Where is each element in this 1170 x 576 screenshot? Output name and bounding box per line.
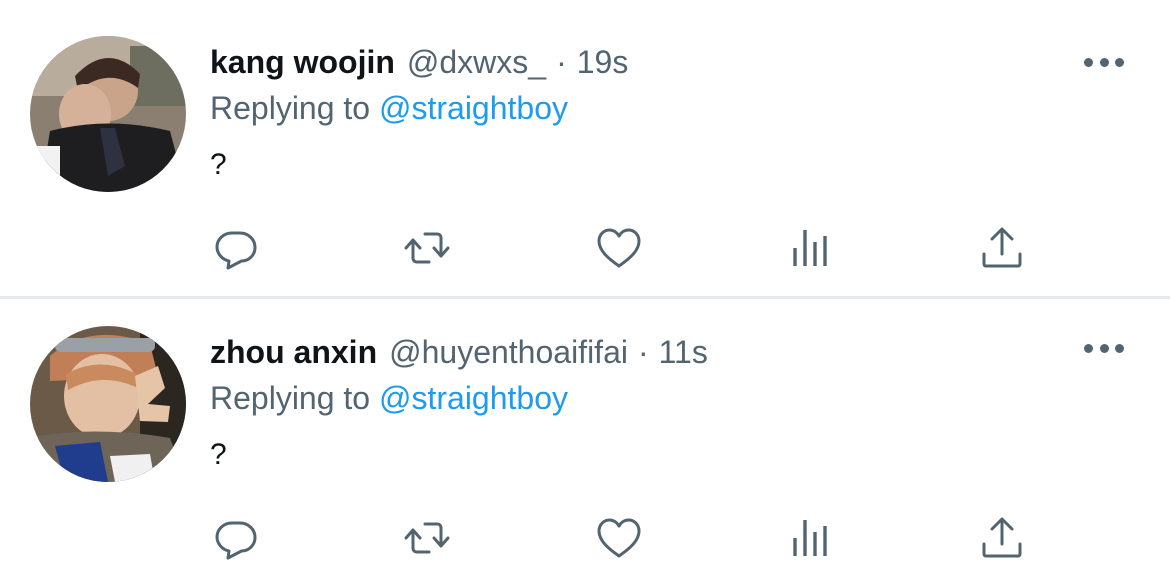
tweet-text: ? bbox=[210, 148, 227, 181]
display-name[interactable]: zhou anxin bbox=[210, 332, 377, 372]
tweet-header: kang woojin @dxwxs_ · 19s bbox=[210, 42, 628, 82]
replying-to: Replying to @straightboy bbox=[210, 378, 568, 418]
like-button[interactable] bbox=[589, 218, 649, 278]
reply-icon bbox=[215, 521, 257, 560]
avatar[interactable] bbox=[30, 36, 186, 192]
retweet-button[interactable] bbox=[397, 508, 457, 568]
timestamp[interactable]: 11s bbox=[659, 332, 708, 372]
share-button[interactable] bbox=[972, 218, 1032, 278]
tweet-text: ? bbox=[210, 438, 227, 471]
like-icon bbox=[597, 228, 641, 268]
mention-link[interactable]: @straightboy bbox=[379, 380, 568, 416]
separator: · bbox=[637, 334, 649, 370]
like-button[interactable] bbox=[589, 508, 649, 568]
replying-label: Replying to bbox=[210, 380, 371, 416]
tweet[interactable]: kang woojin @dxwxs_ · 19s Replying to @s… bbox=[0, 0, 1170, 299]
tweet[interactable]: zhou anxin @huyenthoaififai · 11s Replyi… bbox=[0, 299, 1170, 576]
share-icon bbox=[982, 517, 1022, 558]
reply-button[interactable] bbox=[206, 508, 266, 568]
retweet-icon bbox=[404, 232, 450, 264]
more-icon[interactable] bbox=[1084, 338, 1124, 358]
user-handle[interactable]: @huyenthoaififai bbox=[389, 332, 628, 372]
reply-button[interactable] bbox=[206, 218, 266, 278]
retweet-icon bbox=[404, 522, 450, 554]
reply-icon bbox=[215, 231, 257, 270]
mention-link[interactable]: @straightboy bbox=[379, 90, 568, 126]
user-handle[interactable]: @dxwxs_ bbox=[407, 42, 546, 82]
tweet-header: zhou anxin @huyenthoaififai · 11s bbox=[210, 332, 708, 372]
views-button[interactable] bbox=[781, 508, 841, 568]
display-name[interactable]: kang woojin bbox=[210, 42, 395, 82]
avatar-photo bbox=[30, 36, 186, 192]
views-icon bbox=[793, 230, 827, 266]
views-icon bbox=[793, 520, 827, 556]
share-button[interactable] bbox=[972, 508, 1032, 568]
action-bar bbox=[0, 218, 1170, 278]
action-bar bbox=[0, 508, 1170, 568]
replying-to: Replying to @straightboy bbox=[210, 88, 568, 128]
separator: · bbox=[556, 44, 567, 80]
replying-label: Replying to bbox=[210, 90, 371, 126]
views-button[interactable] bbox=[781, 218, 841, 278]
avatar[interactable] bbox=[30, 326, 186, 482]
avatar-photo bbox=[30, 326, 186, 482]
timestamp[interactable]: 19s bbox=[577, 42, 629, 82]
more-icon[interactable] bbox=[1084, 52, 1124, 72]
like-icon bbox=[597, 518, 641, 558]
share-icon bbox=[982, 227, 1022, 268]
retweet-button[interactable] bbox=[397, 218, 457, 278]
